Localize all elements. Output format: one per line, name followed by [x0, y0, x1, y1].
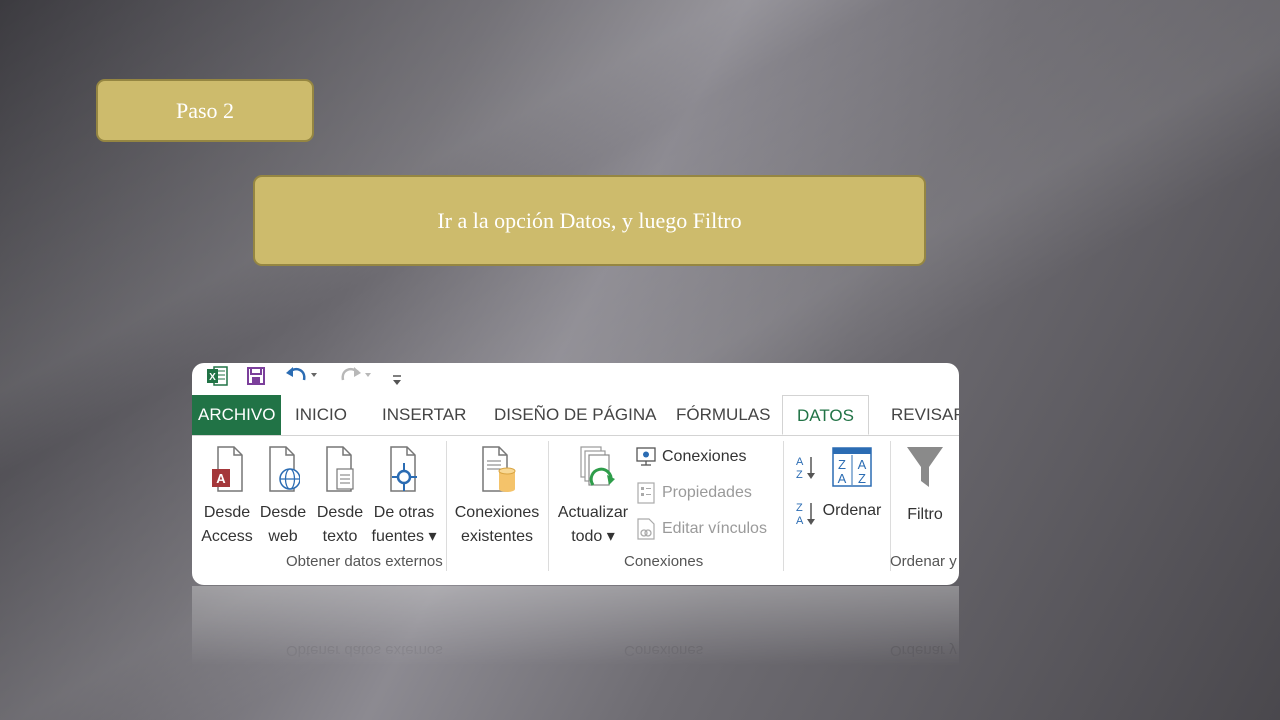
tab-insertar[interactable]: INSERTAR [382, 395, 466, 435]
access-file-icon: A [212, 446, 243, 492]
tab-archivo[interactable]: ARCHIVO [192, 395, 282, 435]
ribbon-tabs: ARCHIVO INICIO INSERTAR DISEÑO DE PÁGINA… [192, 395, 959, 436]
ribbon-body: A Desde Access Desde web Desde texto De … [192, 435, 959, 585]
customize-qat-icon[interactable] [391, 369, 403, 391]
conexiones-button[interactable]: Conexiones [636, 443, 747, 471]
filtro-label: Filtro [907, 506, 943, 523]
undo-icon[interactable] [284, 364, 318, 386]
ribbon-reflection: Obtener datos externos Conexiones Ordena… [192, 586, 959, 666]
web-file-icon [269, 446, 300, 492]
text-file-icon [326, 446, 354, 492]
svg-text:A: A [216, 471, 226, 486]
group-label-conexiones: Conexiones [624, 553, 704, 570]
instruction-text: Ir a la opción Datos, y luego Filtro [437, 207, 742, 233]
svg-text:A: A [838, 471, 847, 486]
desde-access-line1: Desde [203, 504, 251, 521]
actualizar-todo-button[interactable]: Actualizar todo ▾ [554, 445, 632, 549]
actualizar-todo-line2: todo ▾ [571, 528, 615, 545]
conexiones-label: Conexiones [662, 448, 747, 465]
desde-access-line2: Access [201, 528, 253, 545]
tab-diseno-de-pagina[interactable]: DISEÑO DE PÁGINA [494, 395, 656, 435]
desde-access-button[interactable]: A Desde Access [200, 445, 254, 549]
conexiones-existentes-line1: Conexiones [454, 504, 540, 521]
svg-text:X: X [209, 372, 216, 383]
existing-connections-icon [482, 446, 516, 492]
sort-az-icon[interactable]: A Z [794, 453, 818, 483]
desde-texto-line1: Desde [316, 504, 364, 521]
refresh-all-icon [580, 446, 615, 486]
tab-inicio[interactable]: INICIO [295, 395, 347, 435]
actualizar-todo-line1: Actualizar [557, 504, 629, 521]
svg-text:Z: Z [796, 469, 803, 481]
group-divider [548, 441, 549, 571]
conexiones-existentes-line2: existentes [460, 528, 534, 545]
step-label-box: Paso 2 [96, 79, 314, 142]
svg-text:A: A [796, 456, 804, 468]
de-otras-fuentes-button[interactable]: De otras fuentes ▾ [368, 445, 440, 549]
reflection-group-label-conexiones: Conexiones [624, 642, 704, 659]
svg-text:A: A [858, 457, 867, 472]
excel-ribbon-screenshot: X ARCHIVO INICIO INSERTAR DISEÑO DE PÁGI… [192, 363, 959, 585]
desde-texto-line2: texto [322, 528, 358, 545]
edit-links-icon [637, 518, 655, 540]
save-icon[interactable] [246, 365, 266, 387]
group-divider [783, 441, 784, 571]
properties-icon [637, 482, 655, 504]
desde-web-button[interactable]: Desde web [258, 445, 308, 549]
ordenar-label: Ordenar [822, 502, 882, 519]
filtro-button[interactable]: Filtro [898, 445, 952, 527]
reflection-group-label-obtener: Obtener datos externos [286, 642, 443, 659]
instruction-box: Ir a la opción Datos, y luego Filtro [253, 175, 926, 266]
reflection-panel: Obtener datos externos Conexiones Ordena… [192, 586, 959, 666]
propiedades-label: Propiedades [662, 484, 752, 501]
excel-logo-icon[interactable]: X [206, 365, 228, 387]
other-sources-icon [390, 446, 417, 492]
quick-access-toolbar: X [192, 363, 959, 395]
editar-vinculos-button[interactable]: Editar vínculos [636, 515, 767, 543]
tab-formulas[interactable]: FÓRMULAS [676, 395, 770, 435]
svg-text:Z: Z [838, 457, 846, 472]
tab-datos[interactable]: DATOS [782, 395, 869, 435]
filter-funnel-icon [907, 447, 943, 487]
connections-icon [636, 447, 656, 466]
de-otras-fuentes-line1: De otras [373, 504, 435, 521]
ordenar-button[interactable]: Z A A Z Ordenar [822, 447, 882, 523]
sort-dialog-icon: Z A A Z [832, 447, 872, 487]
group-label-ordenar: Ordenar y [890, 553, 957, 570]
conexiones-existentes-button[interactable]: Conexiones existentes [452, 445, 542, 549]
desde-web-line1: Desde [259, 504, 307, 521]
svg-text:Z: Z [796, 502, 803, 514]
sort-za-icon[interactable]: Z A [794, 499, 818, 529]
svg-text:A: A [796, 515, 804, 527]
desde-texto-button[interactable]: Desde texto [314, 445, 366, 549]
editar-vinculos-label: Editar vínculos [662, 520, 767, 537]
redo-icon[interactable] [338, 364, 372, 386]
group-label-obtener: Obtener datos externos [286, 553, 443, 570]
group-divider [446, 441, 447, 571]
tab-revisar[interactable]: REVISAR [891, 395, 959, 435]
step-label: Paso 2 [175, 97, 235, 123]
de-otras-fuentes-line2: fuentes ▾ [371, 528, 437, 545]
reflection-group-label-ordenar: Ordenar y [890, 642, 957, 659]
group-divider [890, 441, 891, 571]
svg-text:Z: Z [858, 471, 866, 486]
propiedades-button[interactable]: Propiedades [636, 479, 752, 507]
desde-web-line2: web [268, 528, 298, 545]
